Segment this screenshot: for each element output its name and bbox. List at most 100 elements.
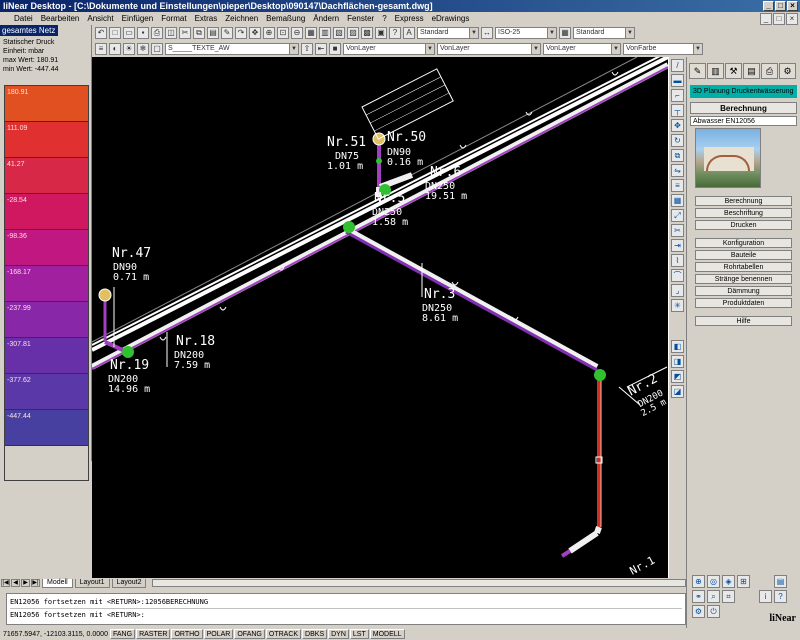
berechnung-button[interactable]: Berechnung [695,196,792,206]
view-3d-icon[interactable]: ◧ [671,340,684,353]
match-icon[interactable]: ✎ [221,27,233,39]
drucken-button[interactable]: Drucken [695,220,792,230]
print-icon[interactable]: ⎙ [151,27,163,39]
produktdaten-button[interactable]: Produktdaten [695,298,792,308]
dimstyle-select[interactable]: ISO-25 ▼ [495,27,557,39]
layer-previous-icon[interactable]: ⇤ [315,43,327,55]
extend-icon[interactable]: ⇥ [671,239,684,252]
menu-ansicht[interactable]: Ansicht [87,14,113,23]
straenge-benennen-button[interactable]: Stränge benennen [695,274,792,284]
redo-icon[interactable]: ↷ [235,27,247,39]
tab-print-icon[interactable]: ⎙ [761,63,778,79]
snap-icon[interactable]: ⊕ [692,575,705,588]
layer-lock-icon[interactable]: ▢ [151,43,163,55]
command-line[interactable]: EN12056 fortsetzen mit <RETURN>:12056BER… [6,593,686,625]
bauteile-button[interactable]: Bauteile [695,250,792,260]
tab-modell[interactable]: Modell [42,578,73,588]
zoom-icon[interactable]: ⊕ [263,27,275,39]
cut-icon[interactable]: ✂ [179,27,191,39]
doc-restore-button[interactable]: □ [773,13,785,25]
maximize-button[interactable]: □ [775,1,786,11]
chamfer-icon[interactable]: ⌟ [671,284,684,297]
toggle-raster[interactable]: RASTER [136,629,171,639]
tee-icon[interactable]: ┬ [671,104,684,117]
view-side-icon[interactable]: ◪ [671,385,684,398]
layer-on-icon[interactable]: ☀ [123,43,135,55]
toggle-lst[interactable]: LST [349,629,369,639]
tag-icon[interactable]: ⌗ [722,590,735,603]
copy-icon[interactable]: ⧉ [193,27,205,39]
norm-select[interactable]: Abwasser EN12056 [690,116,797,126]
menu-einfuegen[interactable]: Einfügen [122,14,154,23]
settings-icon[interactable]: ⚙ [692,605,705,618]
view-top-icon[interactable]: ◨ [671,355,684,368]
undo-icon[interactable]: ↶ [95,27,107,39]
grid-icon[interactable]: ⊞ [737,575,750,588]
textstyle-select[interactable]: Standard ▼ [417,27,479,39]
toggle-ortho[interactable]: ORTHO [171,629,203,639]
layer-select[interactable]: S_____TEXTE_AW ▼ [165,43,299,55]
fillet-icon[interactable]: ⌒ [671,269,684,282]
properties-icon[interactable]: ▦ [305,27,317,39]
doc-close-button[interactable]: × [786,13,798,25]
minimize-button[interactable]: _ [763,1,774,11]
menu-help[interactable]: ? [382,14,386,23]
color-select[interactable]: VonLayer ▼ [343,43,435,55]
tablestyle-icon[interactable]: ▦ [559,27,571,39]
menu-bemassung[interactable]: Bemaßung [266,14,305,23]
tab-settings-icon[interactable]: ⚙ [779,63,796,79]
layer-icon[interactable]: ▤ [774,575,787,588]
textstyle-icon[interactable]: A [403,27,415,39]
toggle-ofang[interactable]: OFANG [234,629,265,639]
break-icon[interactable]: ⌇ [671,254,684,267]
tab-first-button[interactable]: |◀ [1,579,10,587]
layer-manager-icon[interactable]: ≡ [95,43,107,55]
layer-freeze-icon[interactable]: ❄ [137,43,149,55]
toggle-otrack[interactable]: OTRACK [265,629,302,639]
linetype-select[interactable]: VonLayer ▼ [437,43,541,55]
info-icon[interactable]: i [759,590,772,603]
sheetset-icon[interactable]: ▨ [347,27,359,39]
plotstyle-select[interactable]: VonFarbe ▼ [623,43,703,55]
tab-next-button[interactable]: ▶ [21,579,30,587]
markup-icon[interactable]: ▩ [361,27,373,39]
node-icon[interactable]: ◈ [722,575,735,588]
make-current-icon[interactable]: ⇧ [301,43,313,55]
help-icon[interactable]: ? [389,27,401,39]
copy-icon[interactable]: ⧉ [671,149,684,162]
planning-mode-button[interactable]: 3D Planung Druckentwässerung [690,85,797,98]
rohrtabellen-button[interactable]: Rohrtabellen [695,262,792,272]
dimstyle-icon[interactable]: ↔ [481,27,493,39]
toggle-modell[interactable]: MODELL [369,629,405,639]
mirror-icon[interactable]: ⇋ [671,164,684,177]
offset-icon[interactable]: ≡ [671,179,684,192]
tab-layout2[interactable]: Layout2 [111,578,147,588]
toolpalette-icon[interactable]: ▧ [333,27,345,39]
pipe-icon[interactable]: ▬ [671,74,684,87]
menu-aendern[interactable]: Ändern [313,14,339,23]
lineweight-select[interactable]: VonLayer ▼ [543,43,621,55]
link-icon[interactable]: ⚭ [692,590,705,603]
view-front-icon[interactable]: ◩ [671,370,684,383]
designcenter-icon[interactable]: ▥ [319,27,331,39]
horizontal-scrollbar[interactable] [152,579,686,587]
elbow-icon[interactable]: ⌐ [671,89,684,102]
stretch-icon[interactable]: ⤢ [671,209,684,222]
target-icon[interactable]: ◎ [707,575,720,588]
menu-express[interactable]: Express [395,14,424,23]
menu-zeichnen[interactable]: Zeichnen [225,14,258,23]
toggle-polar[interactable]: POLAR [203,629,234,639]
open-icon[interactable]: ▭ [123,27,135,39]
tablestyle-select[interactable]: Standard ▼ [573,27,635,39]
help-icon[interactable]: ? [774,590,787,603]
tab-layout1[interactable]: Layout1 [74,578,110,588]
tab-tools-icon[interactable]: ⚒ [725,63,742,79]
tab-last-button[interactable]: ▶| [31,579,40,587]
exit-icon[interactable]: ⏻ [707,605,720,618]
menu-extras[interactable]: Extras [195,14,218,23]
menu-edrawings[interactable]: eDrawings [432,14,470,23]
toggle-dbks[interactable]: DBKS [302,629,328,639]
line-icon[interactable]: / [671,59,684,72]
new-icon[interactable]: □ [109,27,121,39]
beschriftung-button[interactable]: Beschriftung [695,208,792,218]
